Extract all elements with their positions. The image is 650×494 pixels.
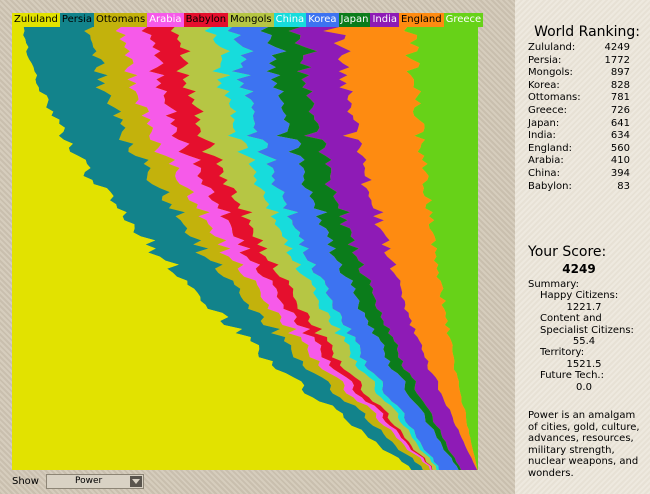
territory-label: Territory: bbox=[540, 347, 585, 359]
ranking-row: Mongols: 897 bbox=[528, 67, 630, 80]
specialist-citizens-label: Specialist Citizens: bbox=[540, 324, 634, 336]
ranking-civ-score: 641 bbox=[610, 117, 630, 129]
summary-label: Summary: bbox=[528, 279, 579, 290]
ranking-civ-score: 634 bbox=[610, 130, 630, 142]
ranking-civ-score: 1772 bbox=[604, 54, 630, 66]
ranking-civ-name: Mongols: bbox=[528, 67, 573, 79]
ranking-row: Korea: 828 bbox=[528, 80, 630, 93]
legend-item-arabia: Arabia bbox=[147, 13, 184, 27]
chart-svg bbox=[12, 13, 478, 470]
ranking-civ-name: Japan: bbox=[528, 117, 560, 129]
legend-item-babylon: Babylon bbox=[183, 13, 229, 27]
ranking-civ-name: Zululand: bbox=[528, 42, 576, 53]
content-citizens-value: 55.4 bbox=[572, 336, 596, 348]
content-citizens-label: Content and bbox=[540, 313, 602, 325]
ranking-civ-score: 897 bbox=[610, 67, 630, 79]
legend-item-persia: Persia bbox=[59, 13, 94, 27]
show-label: Show bbox=[12, 476, 39, 487]
ranking-row: Japan: 641 bbox=[528, 118, 630, 131]
legend-item-china: China bbox=[273, 13, 307, 27]
legend-item-korea: Korea bbox=[306, 13, 339, 27]
happy-citizens-value: 1221.7 bbox=[566, 301, 602, 313]
ranking-civ-score: 781 bbox=[610, 92, 630, 104]
legend-item-greece: Greece bbox=[443, 13, 484, 27]
legend-item-mongols: Mongols bbox=[228, 13, 274, 27]
legend-item-ottomans: Ottomans bbox=[93, 13, 148, 27]
ranking-civ-score: 560 bbox=[610, 142, 630, 154]
future-tech-label: Future Tech.: bbox=[540, 370, 604, 382]
legend-item-india: India bbox=[370, 13, 399, 27]
chevron-down-icon[interactable] bbox=[130, 476, 142, 487]
ranking-civ-name: England: bbox=[528, 142, 572, 154]
ranking-row: Greece: 726 bbox=[528, 105, 630, 118]
world-ranking-list: Zululand: 4249 Persia: 1772 Mongols: 897 Korea… bbox=[528, 42, 630, 193]
legend-item-england: England bbox=[398, 13, 444, 27]
ranking-row: India: 634 bbox=[528, 130, 630, 143]
ranking-civ-name: Arabia: bbox=[528, 155, 564, 167]
ranking-civ-score: 83 bbox=[617, 180, 630, 192]
future-tech-value: 0.0 bbox=[576, 381, 592, 393]
ranking-row: England: 560 bbox=[528, 143, 630, 156]
ranking-civ-score: 4249 bbox=[604, 42, 630, 53]
ranking-civ-name: Korea: bbox=[528, 79, 560, 91]
ranking-row: China: 394 bbox=[528, 168, 630, 181]
ranking-civ-name: China: bbox=[528, 167, 560, 179]
ranking-civ-name: India: bbox=[528, 130, 556, 142]
your-score-value: 4249 bbox=[562, 262, 596, 276]
your-score-title: Your Score: bbox=[528, 244, 607, 260]
power-description: Power is an amalgam of cities, gold, cul… bbox=[528, 410, 640, 479]
ranking-civ-name: Ottomans: bbox=[528, 92, 581, 104]
score-summary: Summary: Happy Citizens: 1221.7 Content … bbox=[528, 279, 640, 393]
ranking-row: Zululand: 4249 bbox=[528, 42, 630, 55]
territory-value: 1521.5 bbox=[566, 358, 602, 370]
legend-item-zululand: Zululand bbox=[12, 13, 60, 27]
show-dropdown[interactable]: Power bbox=[46, 474, 144, 489]
ranking-row: Babylon: 83 bbox=[528, 181, 630, 194]
ranking-row: Persia: 1772 bbox=[528, 55, 630, 68]
chart-legend: Zululand Persia Ottomans Arabia Babylon Mongo… bbox=[12, 13, 484, 27]
power-area-chart bbox=[12, 13, 478, 470]
ranking-civ-name: Babylon: bbox=[528, 180, 572, 192]
ranking-civ-name: Persia: bbox=[528, 54, 562, 66]
happy-citizens-label: Happy Citizens: bbox=[540, 290, 619, 302]
ranking-row: Arabia: 410 bbox=[528, 155, 630, 168]
show-dropdown-value: Power bbox=[75, 476, 103, 486]
ranking-civ-score: 394 bbox=[610, 167, 630, 179]
ranking-civ-score: 726 bbox=[610, 104, 630, 116]
legend-item-japan: Japan bbox=[338, 13, 371, 27]
ranking-row: Ottomans: 781 bbox=[528, 92, 630, 105]
ranking-civ-score: 410 bbox=[610, 155, 630, 167]
ranking-civ-score: 828 bbox=[610, 79, 630, 91]
ranking-civ-name: Greece: bbox=[528, 104, 567, 116]
world-ranking-title: World Ranking: bbox=[534, 24, 640, 40]
